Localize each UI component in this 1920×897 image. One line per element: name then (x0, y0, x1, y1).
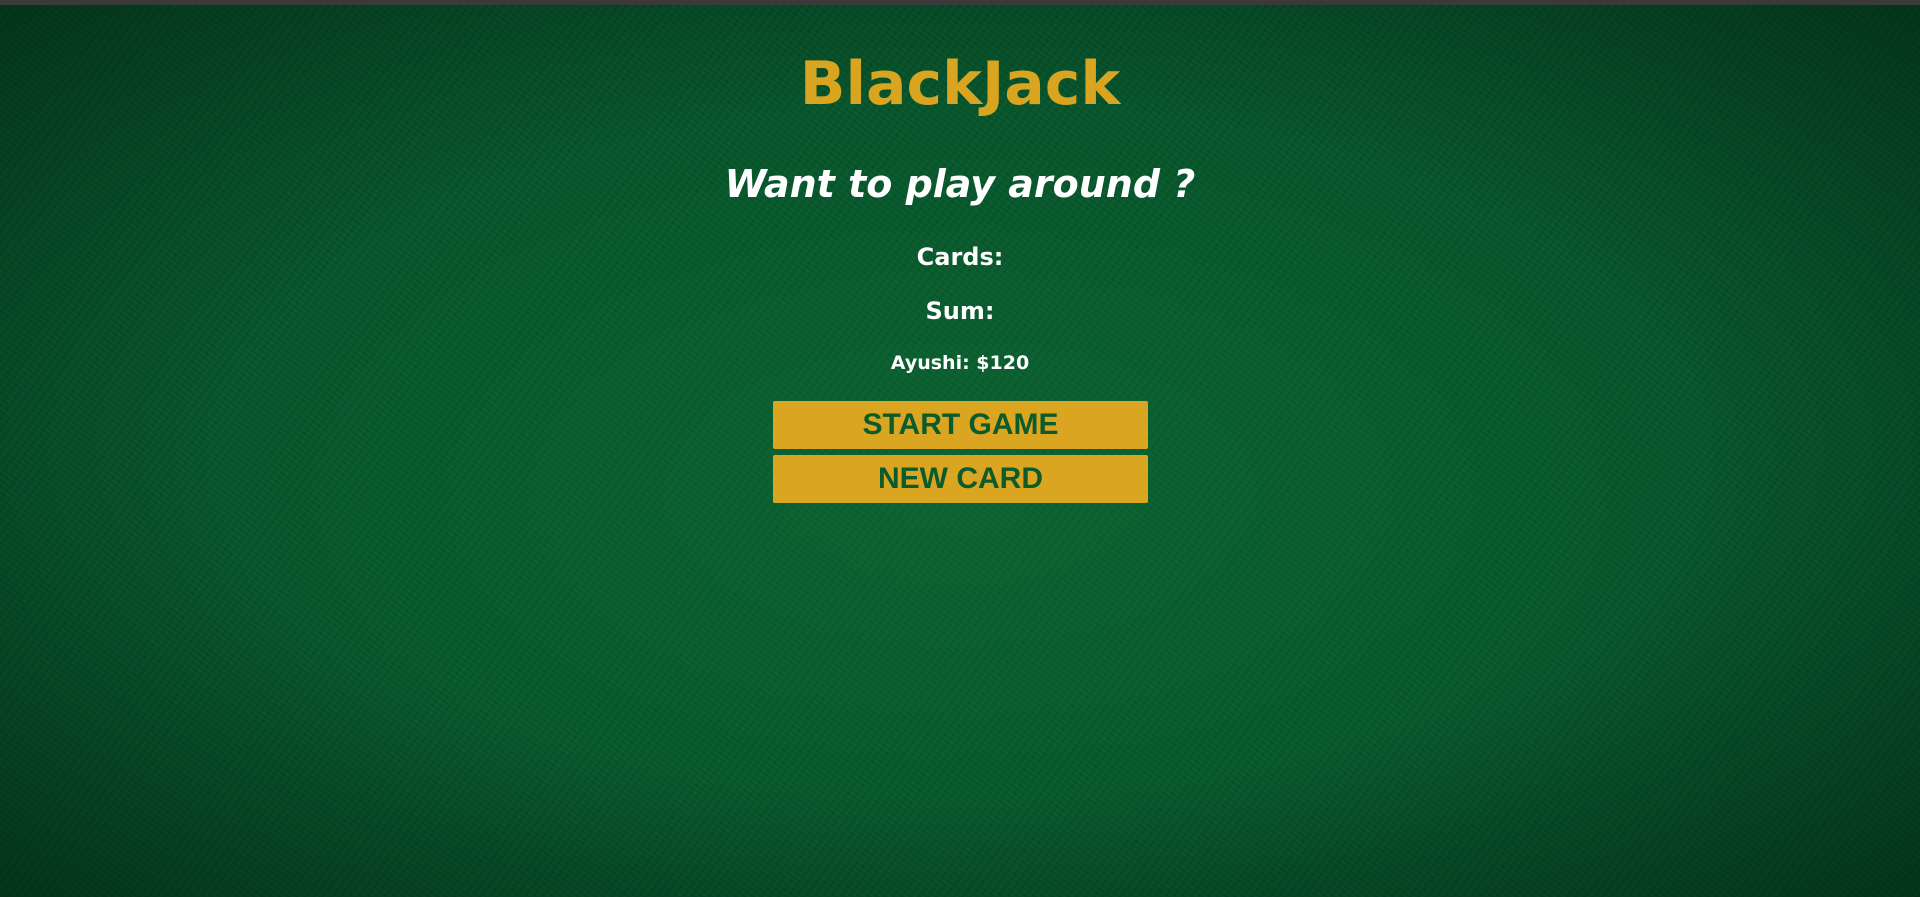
start-game-button[interactable]: START GAME (773, 401, 1148, 449)
game-title: BlackJack (799, 49, 1121, 119)
sum-label: Sum: (925, 297, 995, 325)
cards-label: Cards: (916, 243, 1004, 271)
new-card-button[interactable]: NEW CARD (773, 455, 1148, 503)
blackjack-page: { "page": { "title": "BlackJack", "messa… (0, 0, 1920, 897)
game-message: Want to play around ? (724, 162, 1196, 206)
browser-top-strip (0, 0, 1920, 5)
player-info: Ayushi: $120 (890, 352, 1030, 374)
